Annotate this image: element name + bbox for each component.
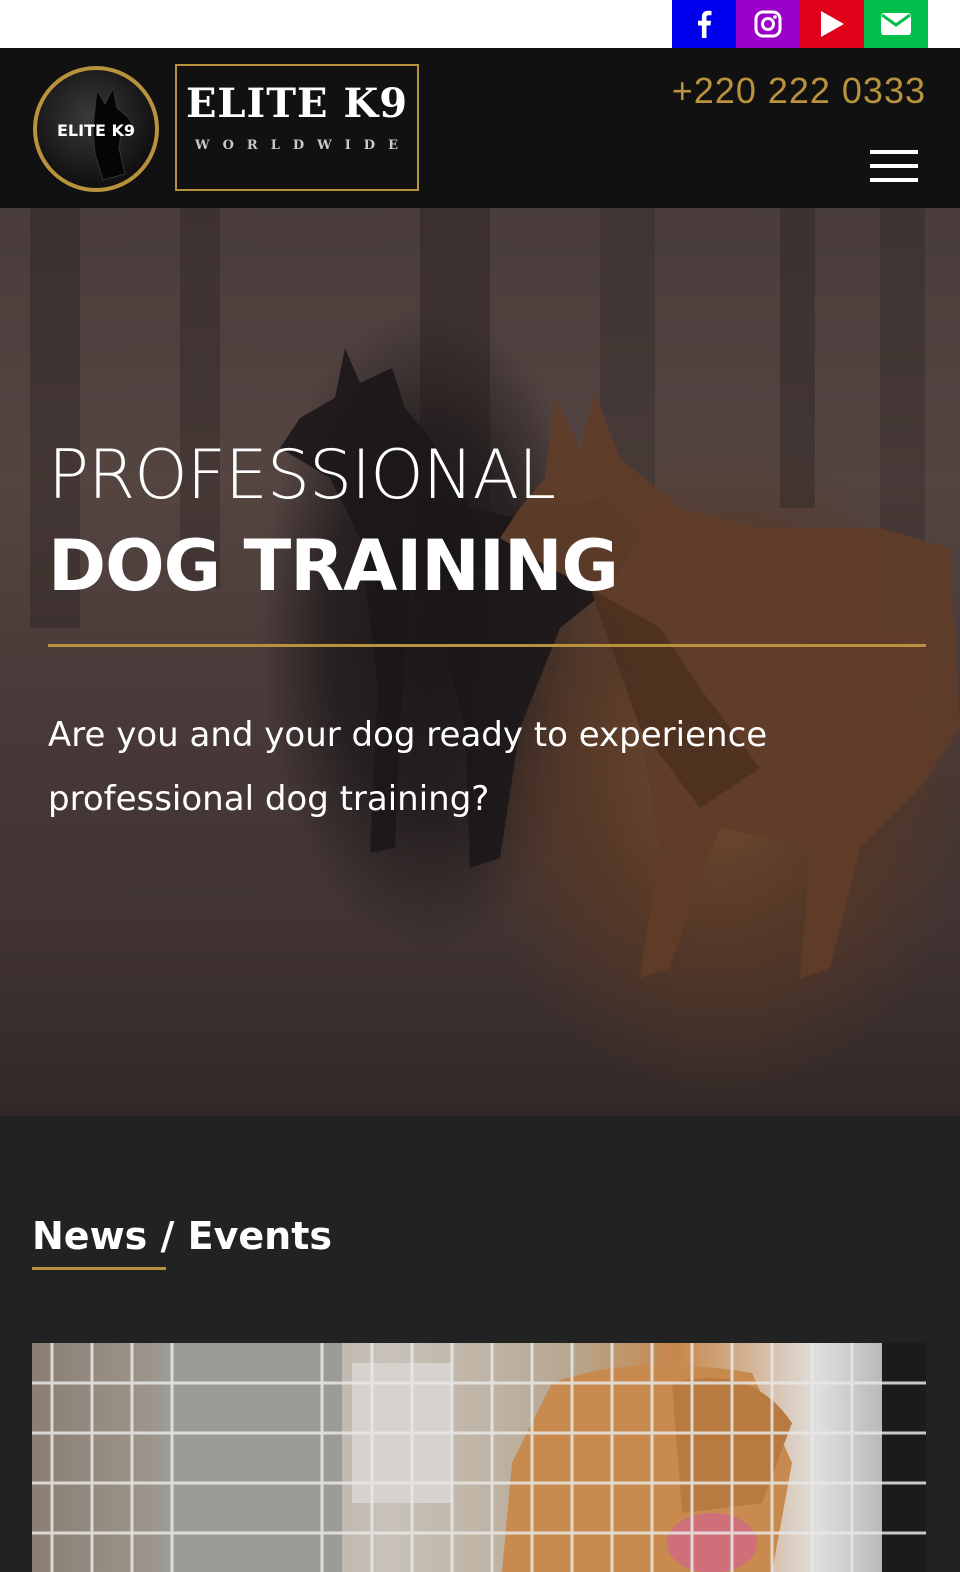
email-link[interactable] [864, 0, 928, 48]
news-title-underline [32, 1267, 166, 1270]
news-card-image[interactable] [32, 1343, 926, 1572]
hero-heading-light: PROFESSIONAL [48, 436, 556, 515]
hero-description: Are you and your dog ready to experience… [48, 715, 768, 819]
social-icons [672, 0, 928, 48]
youtube-link[interactable] [800, 0, 864, 48]
brand-subtitle: WORLDWIDE [194, 138, 411, 153]
instagram-link[interactable] [736, 0, 800, 48]
youtube-icon [821, 11, 844, 37]
brand-name: ELITE K9 [185, 80, 409, 127]
hero-divider [48, 644, 926, 647]
dog-in-cage-photo [32, 1343, 926, 1572]
logo-badge[interactable]: ELITE K9 [33, 66, 159, 192]
news-section-title: News / Events [32, 1214, 332, 1258]
facebook-icon [698, 10, 712, 38]
site-header: ELITE K9 ELITE K9 WORLDWIDE +220 222 033… [0, 48, 960, 208]
phone-number[interactable]: +220 222 0333 [672, 70, 926, 112]
hamburger-line [870, 164, 918, 168]
news-section: News / Events [0, 1116, 960, 1572]
logo-badge-text: ELITE K9 [56, 121, 136, 140]
hamburger-line [870, 178, 918, 182]
hamburger-icon[interactable] [870, 150, 918, 182]
hamburger-line [870, 150, 918, 154]
social-bar [0, 0, 960, 48]
hero-heading-bold: DOG TRAINING [48, 525, 619, 607]
email-icon [881, 13, 911, 35]
hero-content: PROFESSIONAL DOG TRAINING Are you and yo… [48, 434, 928, 831]
hero-banner: PROFESSIONAL DOG TRAINING Are you and yo… [0, 208, 960, 1116]
instagram-icon [754, 10, 782, 38]
brand-logo[interactable]: ELITE K9 WORLDWIDE [175, 64, 419, 191]
facebook-link[interactable] [672, 0, 736, 48]
